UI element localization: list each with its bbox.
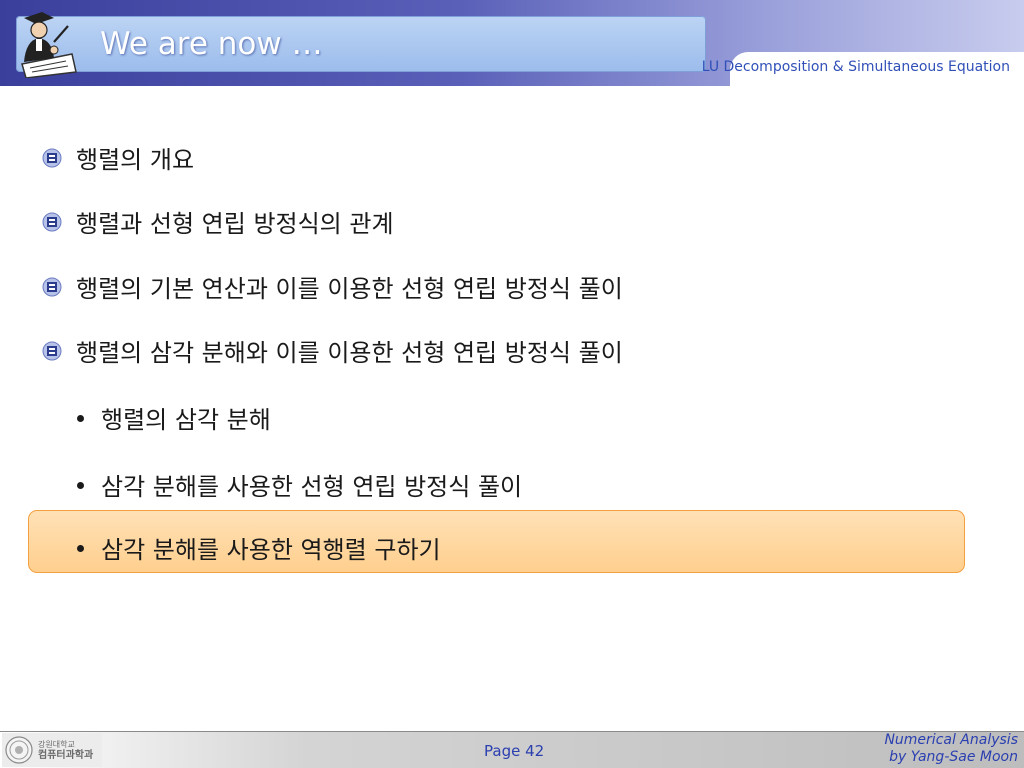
bullet-item-1: 행렬의 개요 [76,146,195,174]
sub-bullet-dot [77,415,84,422]
bullet-icon [42,277,62,297]
slide-title: We are now … [100,26,323,62]
course-credit: Numerical Analysis by Yang-Sae Moon [884,732,1018,765]
slide-subtitle: LU Decomposition & Simultaneous Equation [701,59,1010,75]
bullet-icon [42,341,62,361]
bullet-item-3: 행렬의 기본 연산과 이를 이용한 선형 연립 방정식 풀이 [76,275,623,303]
bullet-icon [42,148,62,168]
bullet-item-4: 행렬의 삼각 분해와 이를 이용한 선형 연립 방정식 풀이 [76,339,623,367]
university-name: 강원대학교 컴퓨터과학과 [38,740,94,761]
sub-item-3: 삼각 분해를 사용한 역행렬 구하기 [101,536,441,564]
bullet-icon [42,212,62,232]
sub-bullet-dot [77,545,84,552]
scholar-writing-icon [21,12,77,78]
bullet-item-2: 행렬과 선형 연립 방정식의 관계 [76,210,394,238]
university-seal-icon [5,736,33,764]
footer-divider [0,731,1024,732]
sub-bullet-dot [77,482,84,489]
page-number: Page 42 [484,742,545,760]
sub-item-2: 삼각 분해를 사용한 선형 연립 방정식 풀이 [101,473,523,501]
sub-item-1: 행렬의 삼각 분해 [101,406,271,434]
